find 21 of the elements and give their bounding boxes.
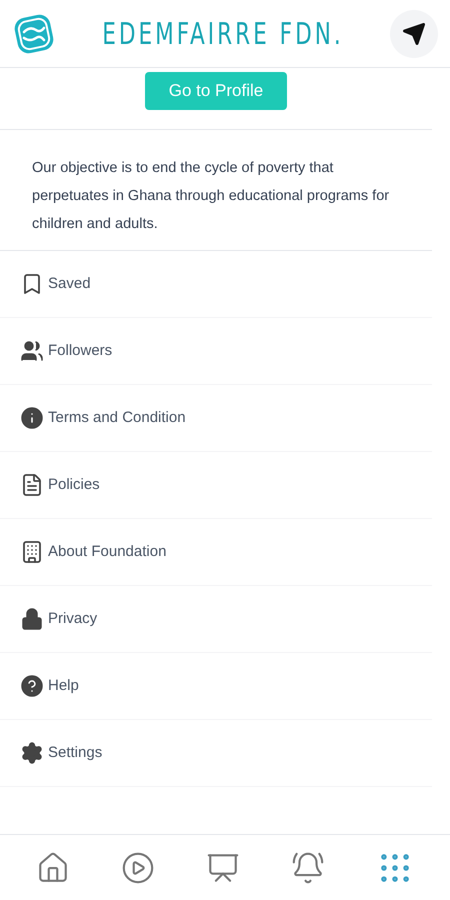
menu-item[interactable]: Help xyxy=(0,653,432,720)
people-icon xyxy=(20,339,44,363)
settings-icon xyxy=(20,741,44,765)
menu-item[interactable]: About Foundation xyxy=(0,519,432,586)
bell-icon xyxy=(291,850,325,884)
menu-item[interactable]: Terms and Condition xyxy=(0,385,432,452)
document-icon xyxy=(20,473,44,497)
lock-icon xyxy=(20,607,44,631)
help-icon xyxy=(20,674,44,698)
menu-item[interactable]: Policies xyxy=(0,452,432,519)
menu-item[interactable]: Privacy xyxy=(0,586,432,653)
description-text: Our objective is to end the cycle of poverty that perpetuates in Ghana through educational programs for children and adults. xyxy=(0,130,432,251)
building-icon xyxy=(20,540,44,564)
menu-item[interactable]: Settings xyxy=(0,720,432,787)
menu-item[interactable]: Saved xyxy=(0,251,432,318)
play-broadcast-icon xyxy=(121,850,155,884)
info-icon xyxy=(20,406,44,430)
menu-item[interactable]: Followers xyxy=(0,318,432,385)
paper-plane-icon xyxy=(402,22,426,46)
brand-title: EDEMFAIRRE FDN. xyxy=(102,15,344,53)
home-icon xyxy=(36,850,70,884)
